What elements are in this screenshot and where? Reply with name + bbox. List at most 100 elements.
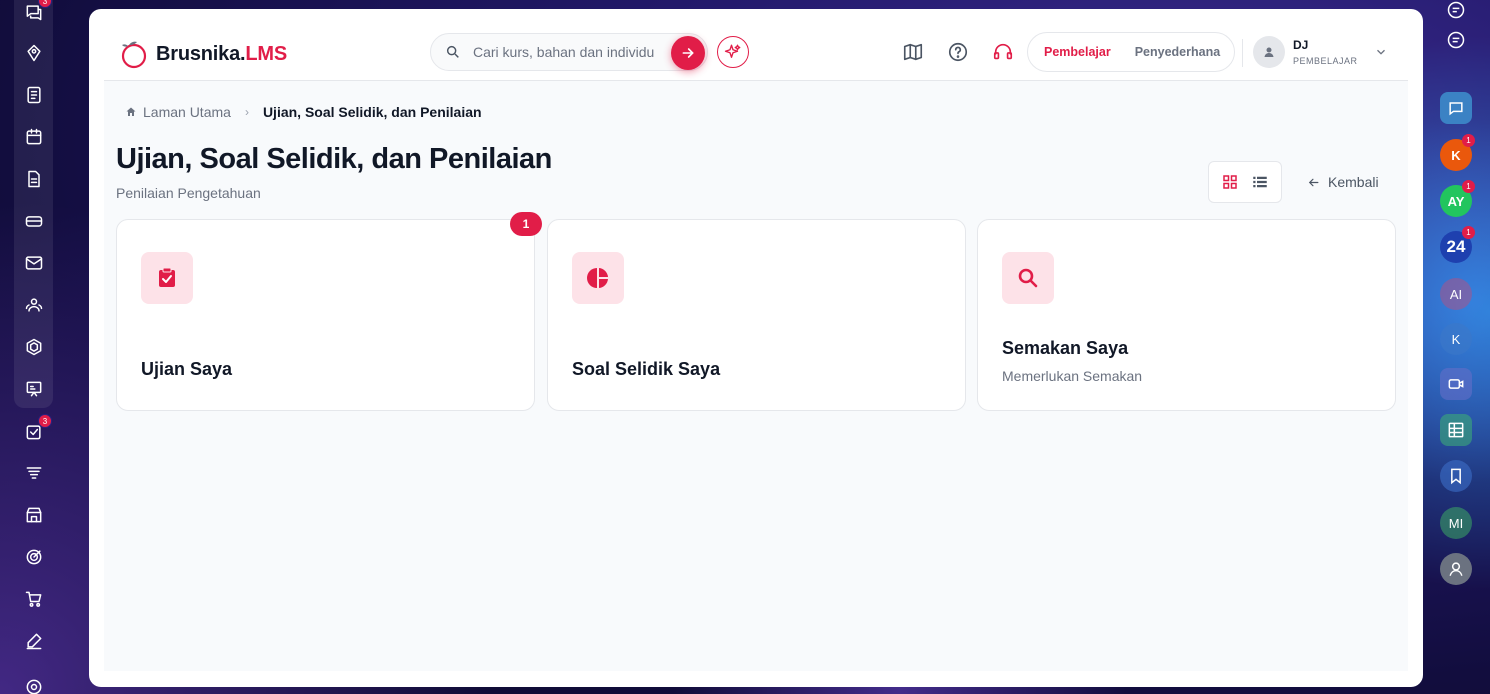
rail-calendar[interactable] [20,123,48,151]
table-icon [1448,422,1464,438]
rail-tasks-badge: 3 [38,414,52,428]
rail-filter[interactable] [20,459,48,487]
chevron-down-icon [1376,49,1385,55]
card-icon [25,216,43,227]
help-circle-icon [948,42,968,62]
content-area: Laman Utama › Ujian, Soal Selidik, dan P… [104,81,1408,671]
avatar-mi-label: MI [1448,515,1464,531]
sparkles-icon [724,44,741,58]
cart-icon [25,591,42,607]
map-button[interactable] [901,40,925,64]
left-rail: 3 3 [0,0,68,694]
rail-mail[interactable] [20,249,48,277]
user-name: DJ [1293,38,1309,52]
pen-icon [26,633,42,650]
rail-users[interactable] [20,291,48,319]
brand-logo[interactable]: Brusnika.LMS [116,37,287,71]
item-24-badge: 1 [1462,226,1475,239]
list-view-icon[interactable] [1251,173,1269,191]
right-rail-video[interactable] [1440,368,1472,400]
rail-rocket[interactable] [20,39,48,67]
avatar-ay-badge: 1 [1462,180,1475,193]
view-toggle [1208,161,1282,203]
right-rail-table[interactable] [1440,414,1472,446]
card-icon-container [572,252,624,304]
card-title: Soal Selidik Saya [572,359,721,379]
rail-documents[interactable] [20,165,48,193]
top-bar: Brusnika.LMS Pembelajar Penyederhana [104,9,1408,81]
back-button[interactable]: Kembali [1307,174,1379,190]
card-title: Ujian Saya [141,359,233,379]
arrow-right-icon [682,48,694,58]
rail-edit[interactable] [20,627,48,655]
rail-chat[interactable]: 3 [20,0,52,26]
rail-cards[interactable] [20,207,48,235]
arrow-left-icon [1308,178,1319,186]
filter-icon [26,467,42,479]
person-icon [1449,562,1463,576]
chat-bubble-icon [1447,31,1465,49]
card-my-exams[interactable]: Ujian Saya 1 [116,212,542,411]
item-24-label: 24 [1446,237,1466,256]
inbox-icon [1447,1,1465,19]
breadcrumb-current: Ujian, Soal Selidik, dan Penilaian [262,104,482,120]
rail-target[interactable] [20,543,48,571]
grid-view-icon[interactable] [1221,173,1239,191]
search-submit-button[interactable] [671,36,705,70]
role-moderator-option[interactable]: Penyederhana [1123,37,1232,67]
rail-tasks[interactable]: 3 [20,414,52,446]
right-rail-bookmark[interactable] [1440,460,1472,492]
breadcrumb-separator: › [244,105,249,119]
search-icon [1018,268,1038,288]
store-icon [26,507,42,523]
rail-settings[interactable] [20,673,48,694]
rail-cart[interactable] [20,585,48,613]
avatar-k-badge: 1 [1462,134,1475,147]
role-learner-option[interactable]: Pembelajar [1032,37,1123,67]
rail-presentation[interactable] [20,375,48,403]
right-rail-avatar-k[interactable]: K 1 [1440,134,1475,171]
user-menu[interactable]: DJ PEMBELAJAR [1253,36,1388,68]
breadcrumb-home[interactable]: Laman Utama [125,104,231,120]
notebook-icon [27,86,41,104]
hexagon-icon [26,338,42,356]
right-rail-messages[interactable] [1440,92,1472,124]
avatar [1253,36,1285,68]
card-my-surveys[interactable]: Soal Selidik Saya [547,219,966,411]
ai-assistant-button[interactable] [717,36,749,68]
right-rail-avatar-mi[interactable]: MI [1440,507,1472,539]
berry-logo-icon [121,41,147,69]
page-subtitle: Penilaian Pengetahuan [116,185,261,201]
search-input[interactable] [473,44,673,60]
message-icon [1449,102,1463,116]
page-title: Ujian, Soal Selidik, dan Penilaian [116,143,552,175]
rocket-icon [27,44,41,62]
avatar-ai-label: AI [1449,286,1463,302]
right-rail-chat[interactable] [1440,24,1472,56]
help-button[interactable] [946,40,970,64]
support-button[interactable] [991,40,1015,64]
right-rail-avatar-ai[interactable]: AI [1440,278,1472,310]
card-my-reviews[interactable]: Semakan Saya Memerlukan Semakan [977,219,1396,411]
rail-store[interactable] [20,501,48,529]
right-rail-top-item[interactable] [1440,0,1472,26]
right-rail-24[interactable]: 24 1 [1440,226,1475,263]
document-icon [28,170,40,188]
home-icon [126,107,136,116]
rail-hexagon[interactable] [20,333,48,361]
bookmark-icon [1451,468,1461,485]
card-icon-container [1002,252,1054,304]
avatar-ay-label: AY [1447,193,1465,209]
search-bar[interactable] [430,33,708,71]
brand-name: Brusnika.LMS [156,42,287,65]
right-rail-avatar-ay[interactable]: AY 1 [1440,180,1475,217]
right-rail-profile-photo[interactable] [1440,553,1472,585]
presentation-icon [26,381,42,397]
role-switcher: Pembelajar Penyederhana [1027,32,1235,72]
right-rail-avatar-k2[interactable]: K [1440,323,1472,355]
avatar-k-label: K [1451,147,1461,163]
pie-chart-icon [587,268,608,288]
map-icon [903,43,923,61]
header-divider [1242,39,1243,67]
rail-courses[interactable] [20,81,48,109]
